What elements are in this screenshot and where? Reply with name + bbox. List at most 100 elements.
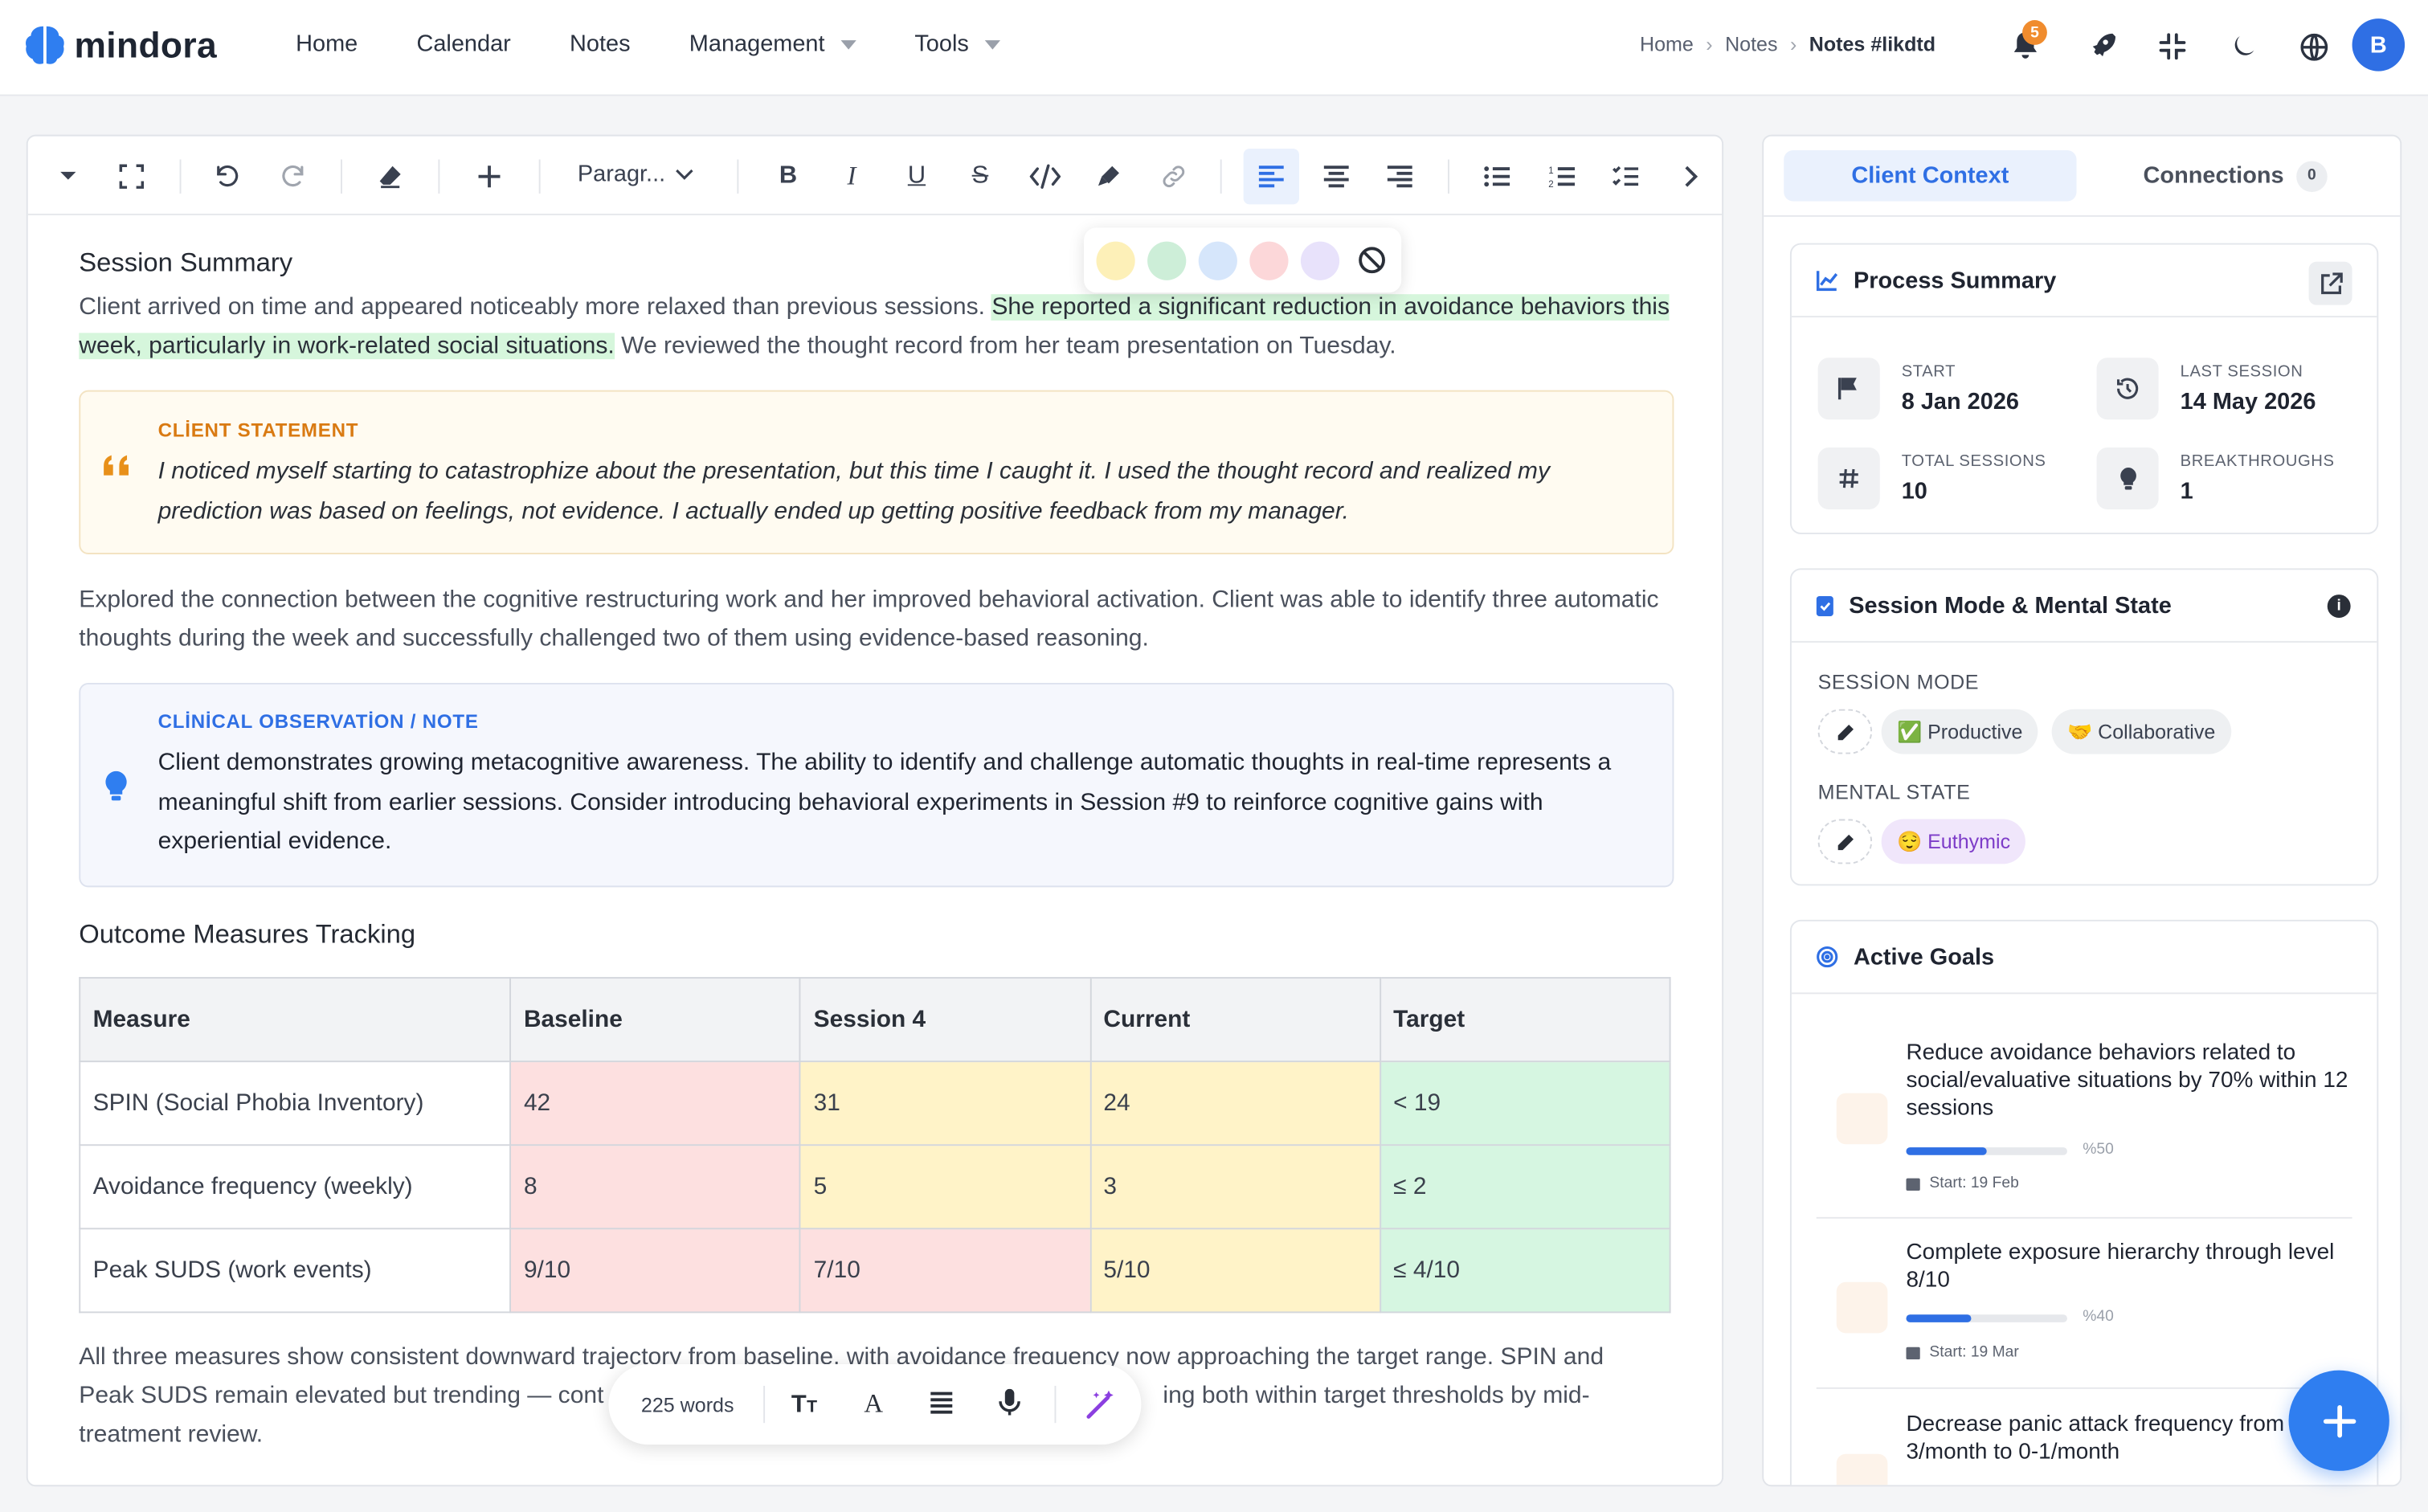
client-statement-callout: CLİENT STATEMENT I noticed myself starti…: [79, 390, 1674, 554]
chevron-right-icon[interactable]: [1670, 155, 1713, 198]
toolbar-divider: [1448, 159, 1449, 194]
nav-management-label: Management: [689, 31, 825, 58]
goal-item[interactable]: Reduce avoidance behaviors related to so…: [1792, 994, 2377, 1219]
fullscreen-icon[interactable]: [110, 155, 153, 198]
goal-text: Reduce avoidance behaviors related to so…: [1906, 1040, 2348, 1122]
collapse-icon[interactable]: [2151, 25, 2194, 68]
edit-mental-state-button[interactable]: [1817, 819, 1873, 864]
total-sessions-value: 10: [1901, 478, 1927, 505]
table-cell: 7/10: [799, 1228, 1091, 1314]
breadcrumb-current: Notes #likdtd: [1809, 32, 1936, 56]
paragraph-style-select[interactable]: Paragr...: [578, 161, 693, 187]
session-mode-header: Session Mode & Mental State i: [1791, 570, 2377, 643]
bullet-list-icon[interactable]: [1476, 155, 1519, 198]
eraser-icon[interactable]: [369, 155, 412, 198]
font-icon[interactable]: A: [861, 1389, 889, 1417]
nav-home-label: Home: [296, 31, 358, 58]
session-mode-title: Session Mode & Mental State: [1849, 592, 2172, 619]
nav-home[interactable]: Home: [296, 31, 358, 58]
toolbar-menu-chevron-icon[interactable]: [47, 155, 90, 198]
underline-icon[interactable]: U: [895, 155, 938, 198]
nav-notes[interactable]: Notes: [570, 31, 631, 58]
color-swatch-red[interactable]: [1249, 240, 1289, 280]
magic-wand-icon[interactable]: [1085, 1389, 1117, 1420]
code-icon[interactable]: [1024, 155, 1067, 198]
session-mode-card: Session Mode & Mental State i SESSİON MO…: [1789, 568, 2379, 886]
color-swatch-purple[interactable]: [1300, 240, 1340, 280]
nav-calendar-label: Calendar: [416, 31, 511, 58]
redo-icon[interactable]: [271, 155, 314, 198]
globe-icon[interactable]: [2291, 25, 2335, 68]
goal-marker: [1836, 1453, 1888, 1485]
table-cell: ≤ 2: [1379, 1144, 1671, 1230]
paragraph-3-line-2a: Peak SUDS remain elevated but trending —…: [79, 1383, 604, 1409]
toolbar-divider: [341, 159, 342, 194]
svg-text:T: T: [807, 1398, 817, 1416]
table-cell: 42: [509, 1060, 802, 1146]
goal-progress-fill: [1906, 1147, 1987, 1155]
color-swatch-yellow[interactable]: [1096, 240, 1135, 280]
text-size-icon[interactable]: TT: [791, 1389, 825, 1417]
tab-client-context-label: Client Context: [1851, 162, 2009, 190]
align-left-icon[interactable]: [1243, 149, 1300, 205]
edit-session-mode-button[interactable]: [1817, 709, 1873, 754]
breadcrumb-home[interactable]: Home: [1640, 32, 1694, 55]
chip-euthymic[interactable]: 😌 Euthymic: [1881, 819, 2026, 864]
chart-line-icon: [1816, 271, 1838, 292]
goal-item[interactable]: Complete exposure hierarchy through leve…: [1792, 1219, 2377, 1389]
align-right-icon[interactable]: [1378, 155, 1421, 198]
add-fab-button[interactable]: [2288, 1370, 2389, 1471]
last-session-value: 14 May 2026: [2180, 388, 2316, 415]
chevron-right-icon: ›: [1706, 32, 1713, 56]
undo-icon[interactable]: [206, 155, 249, 198]
user-avatar[interactable]: B: [2352, 18, 2406, 72]
moon-icon[interactable]: [2222, 25, 2266, 68]
numbered-list-icon[interactable]: 12: [1541, 155, 1584, 198]
total-sessions-label: TOTAL SESSIONS: [1901, 452, 2046, 471]
microphone-icon[interactable]: [999, 1388, 1020, 1417]
chip-productive[interactable]: ✅ Productive: [1881, 709, 2038, 754]
no-color-icon[interactable]: [1352, 241, 1391, 280]
table-header-cell: Target: [1379, 977, 1671, 1063]
align-justify-icon[interactable]: [929, 1391, 954, 1416]
table-header-cell: Current: [1089, 977, 1381, 1063]
tab-connections[interactable]: Connections 0: [2089, 150, 2381, 202]
paragraph-style-label: Paragr...: [577, 161, 666, 188]
italic-icon[interactable]: I: [830, 155, 873, 198]
svg-text:T: T: [791, 1390, 807, 1417]
color-swatch-green[interactable]: [1147, 240, 1187, 280]
plus-icon: [2322, 1404, 2356, 1437]
rocket-icon[interactable]: [2079, 25, 2123, 68]
info-icon[interactable]: i: [2327, 595, 2351, 618]
align-center-icon[interactable]: [1314, 155, 1358, 198]
tab-client-context[interactable]: Client Context: [1784, 149, 2077, 202]
quote-icon: [102, 454, 133, 479]
nav-tools[interactable]: Tools: [914, 31, 1000, 57]
process-summary-header: Process Summary: [1791, 245, 2377, 318]
checklist-icon[interactable]: [1604, 155, 1648, 198]
editor-content[interactable]: Session Summary Client arrived on time a…: [79, 229, 1674, 1453]
color-swatch-blue[interactable]: [1198, 240, 1237, 280]
breadcrumb: Home › Notes › Notes #likdtd: [1640, 32, 1935, 55]
nav-management[interactable]: Management: [689, 31, 856, 58]
pencil-icon: [1837, 724, 1854, 740]
link-icon[interactable]: [1152, 155, 1196, 198]
goal-progress-text: %40: [2083, 1308, 2114, 1326]
strikethrough-icon[interactable]: S: [959, 155, 1002, 198]
breadcrumb-notes[interactable]: Notes: [1725, 32, 1777, 55]
external-link-icon[interactable]: [2308, 261, 2352, 305]
highlighter-icon[interactable]: [1087, 155, 1130, 198]
goal-item[interactable]: Decrease panic attack frequency from 2-3…: [1792, 1389, 2377, 1485]
bold-icon[interactable]: B: [766, 155, 810, 198]
app-logo[interactable]: mindora: [25, 23, 217, 67]
toolbar-divider: [179, 159, 182, 194]
table-header-cell: Session 4: [799, 977, 1091, 1063]
lightbulb-icon: [2096, 447, 2159, 510]
nav-calendar[interactable]: Calendar: [416, 31, 510, 58]
goal-start-date-label: Start: 19 Feb: [1929, 1175, 2019, 1193]
toolbar-divider: [1054, 1385, 1057, 1424]
table-cell: < 19: [1379, 1060, 1671, 1146]
chip-collaborative[interactable]: 🤝 Collaborative: [2051, 709, 2231, 754]
chevron-right-icon: ›: [1789, 32, 1797, 56]
plus-icon[interactable]: [468, 155, 511, 198]
